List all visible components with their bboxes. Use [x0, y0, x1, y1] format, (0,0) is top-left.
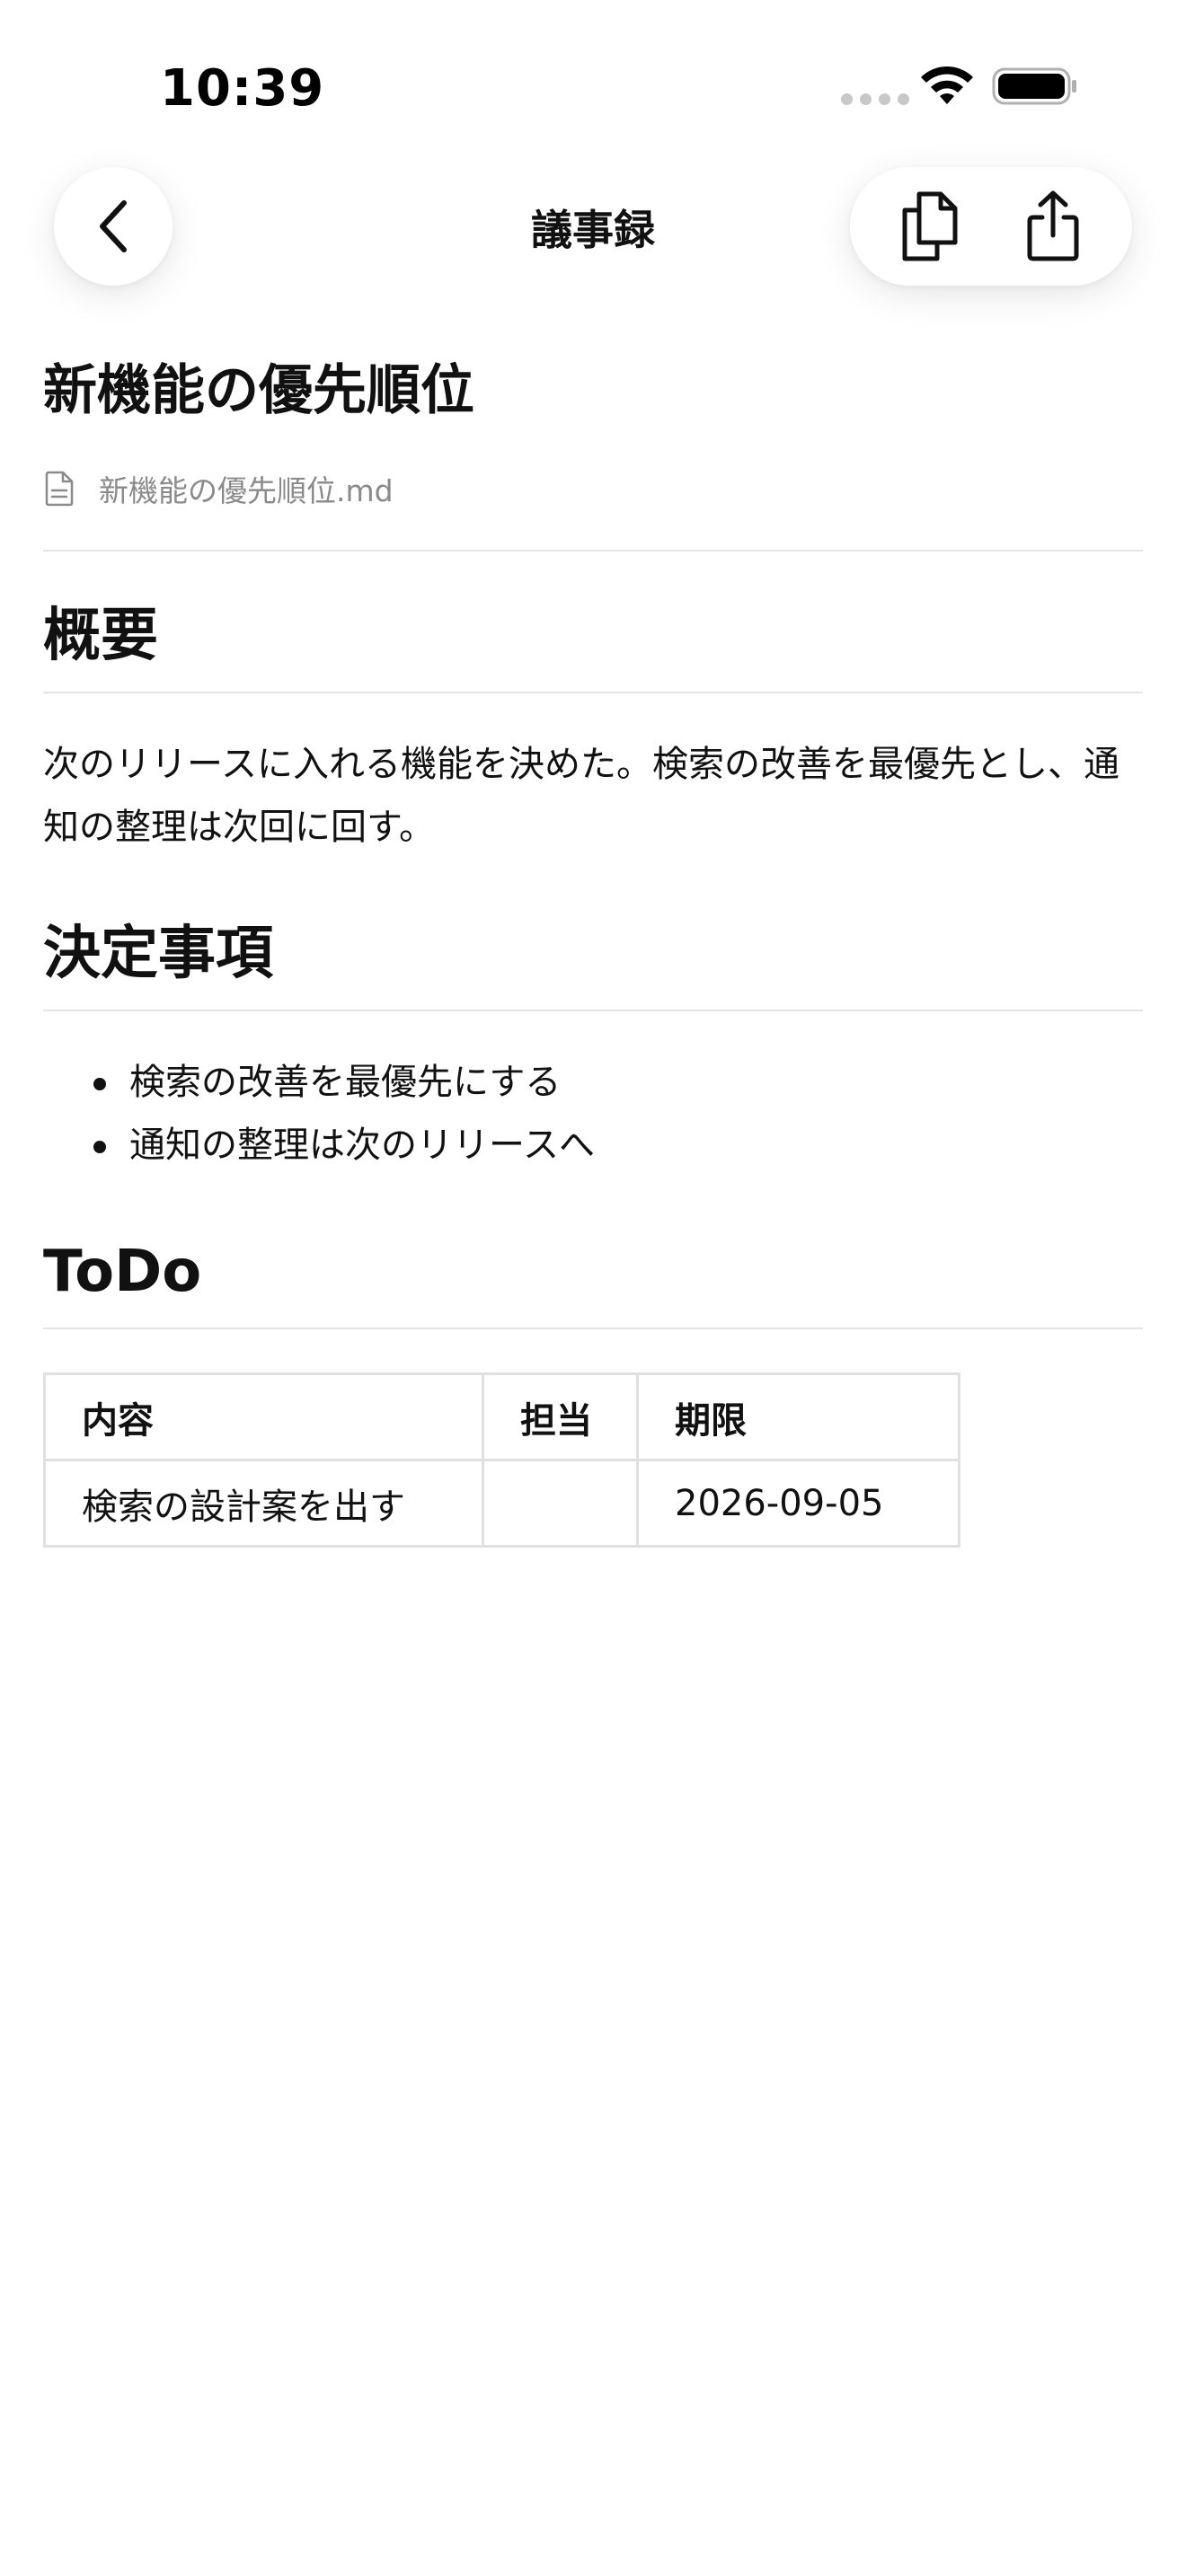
battery-icon	[992, 67, 1076, 105]
overview-paragraph: 次のリリースに入れる機能を決めた。検索の改善を最優先とし、通知の整理は次回に回す…	[43, 744, 1120, 848]
section-todo: ToDo 内容 担当 期限 検索の設計案を出す 2026-09-05	[43, 1232, 1143, 1548]
section-heading: 概要	[43, 603, 158, 669]
share-button[interactable]	[1004, 177, 1102, 276]
cellular-signal-icon	[841, 93, 909, 105]
column-header-assignee: 担当	[482, 1372, 639, 1461]
decisions-list: 検索の改善を最優先にする 通知の整理は次のリリースへ	[43, 1051, 1143, 1177]
file-name: 新機能の優先順位.md	[99, 473, 394, 508]
document-title: 新機能の優先順位	[43, 359, 474, 422]
section-divider	[43, 692, 1143, 693]
table-header-row: 内容 担当 期限	[43, 1372, 960, 1461]
section-decisions: 決定事項 検索の改善を最優先にする 通知の整理は次のリリースへ	[43, 914, 1143, 1177]
section-overview: 概要 次のリリースに入れる機能を決めた。検索の改善を最優先とし、通知の整理は次回…	[43, 596, 1143, 859]
share-icon	[1027, 190, 1078, 261]
title-divider	[43, 550, 1143, 551]
list-item: 検索の改善を最優先にする	[90, 1051, 1143, 1114]
column-header-deadline: 期限	[636, 1372, 960, 1461]
table-cell-deadline: 2026-09-05	[636, 1459, 960, 1548]
todo-table: 内容 担当 期限 検索の設計案を出す 2026-09-05	[43, 1372, 960, 1548]
table-row: 検索の設計案を出す 2026-09-05	[43, 1459, 960, 1548]
status-time: 10:39	[160, 59, 325, 118]
status-bar: 10:39	[0, 0, 1186, 171]
table-cell-assignee	[482, 1459, 639, 1548]
section-heading: 決定事項	[43, 921, 273, 987]
document-content: 新機能の優先順位 新機能の優先順位.md 概要 次のリリースに入れる機能を決めた…	[43, 350, 1143, 1548]
table-cell-content: 検索の設計案を出す	[43, 1459, 484, 1548]
document-icon	[45, 471, 74, 507]
file-info: 新機能の優先順位.md	[43, 469, 1143, 508]
section-divider	[43, 1328, 1143, 1329]
section-divider	[43, 1010, 1143, 1011]
section-heading: ToDo	[43, 1239, 202, 1305]
wifi-icon	[921, 66, 973, 104]
copy-icon	[902, 191, 957, 261]
copy-button[interactable]	[881, 177, 979, 276]
list-item: 通知の整理は次のリリースへ	[90, 1114, 1143, 1177]
nav-actions-group	[850, 167, 1132, 286]
column-header-content: 内容	[43, 1372, 484, 1461]
